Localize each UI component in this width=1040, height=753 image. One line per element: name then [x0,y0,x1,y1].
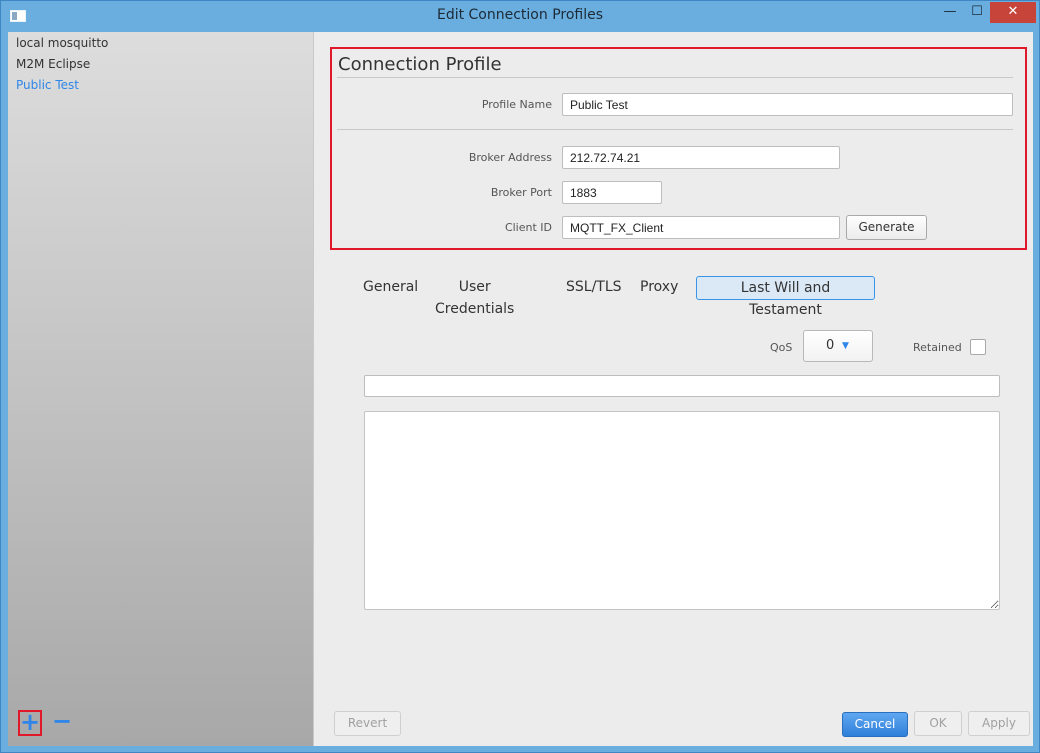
profile-item-m2m-eclipse[interactable]: M2M Eclipse [16,57,90,71]
tab-proxy[interactable]: Proxy [632,276,686,300]
section-divider [337,77,1013,78]
broker-port-field[interactable] [562,181,662,204]
tab-user-credentials[interactable]: User Credentials [427,276,522,317]
title-bar[interactable]: Edit Connection Profiles — ☐ ✕ [1,1,1039,32]
broker-address-label: Broker Address [468,151,552,164]
profile-name-label: Profile Name [481,98,552,111]
tab-last-will-and-testament[interactable]: Last Will and Testament [696,276,875,318]
cancel-button[interactable]: Cancel [842,712,908,737]
minus-icon: − [52,707,73,735]
client-id-field[interactable] [562,216,840,239]
chevron-down-icon: ▼ [842,341,849,351]
profile-list[interactable]: local mosquitto M2M Eclipse Public Test … [8,32,314,746]
minimize-button[interactable]: — [937,2,963,23]
generate-button[interactable]: Generate [846,215,927,240]
tab-general[interactable]: General [355,276,426,300]
broker-port-label: Broker Port [490,186,552,199]
tab-ssl-tls[interactable]: SSL/TLS [558,276,630,300]
plus-icon: + [20,708,41,736]
profile-item-local-mosquitto[interactable]: local mosquitto [16,36,108,50]
dialog-content: local mosquitto M2M Eclipse Public Test … [8,32,1033,746]
retained-checkbox[interactable] [970,339,986,355]
retained-label: Retained [913,341,962,354]
qos-value: 0 [826,338,835,353]
add-profile-button[interactable]: + [18,710,42,736]
profile-name-field[interactable] [562,93,1013,116]
section-divider [337,129,1013,130]
revert-button[interactable]: Revert [334,711,401,736]
qos-label: QoS [770,341,793,354]
profile-item-public-test[interactable]: Public Test [16,78,79,92]
connection-profile-section: Connection Profile Profile Name Broker A… [330,47,1027,250]
close-button[interactable]: ✕ [990,2,1036,23]
section-title: Connection Profile [338,54,502,75]
ok-button[interactable]: OK [914,711,962,736]
apply-button[interactable]: Apply [968,711,1030,736]
client-id-label: Client ID [504,221,552,234]
profile-editor: Connection Profile Profile Name Broker A… [315,32,1033,746]
edit-connection-profiles-window: Edit Connection Profiles — ☐ ✕ local mos… [0,0,1040,753]
lwt-topic-field[interactable] [364,375,1000,397]
qos-dropdown[interactable]: 0 ▼ [803,330,873,362]
remove-profile-button[interactable]: − [52,709,72,734]
maximize-button[interactable]: ☐ [964,2,990,23]
window-title: Edit Connection Profiles [436,7,604,23]
lwt-message-area[interactable] [364,411,1000,610]
broker-address-field[interactable] [562,146,840,169]
